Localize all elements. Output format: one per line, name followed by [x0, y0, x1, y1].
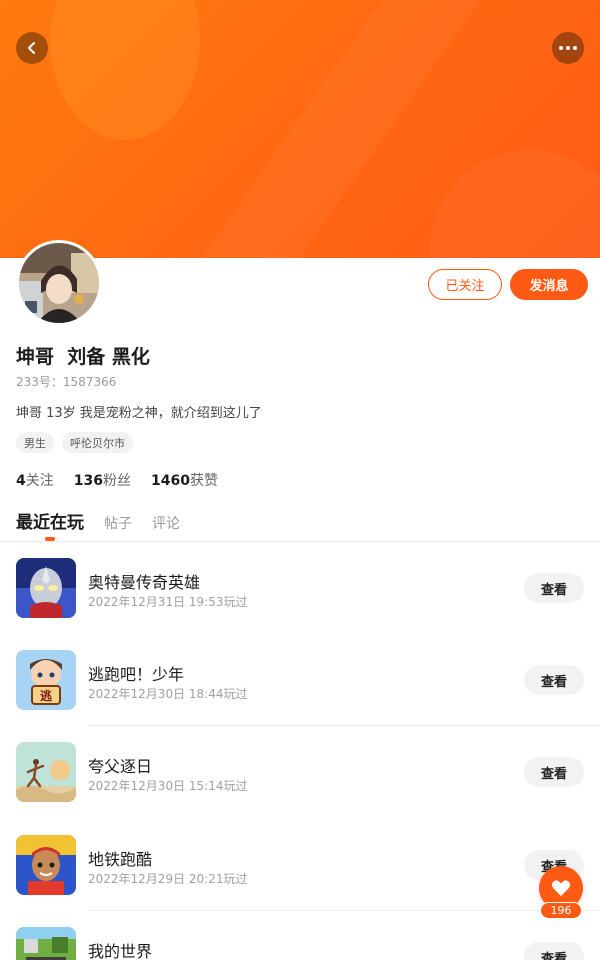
more-dots-icon: [559, 46, 577, 50]
game-icon-minecraft: [16, 927, 76, 960]
profile-tags: 男生 呼伦贝尔市: [16, 432, 133, 453]
game-icon-subway-surfers: [16, 835, 76, 895]
list-item[interactable]: 逃 逃跑吧！少年 2022年12月30日 18:44玩过 查看: [0, 634, 600, 726]
played-time: 2022年12月30日 15:14玩过: [88, 779, 248, 793]
game-title: 逃跑吧！少年: [88, 665, 185, 684]
profile-banner: [0, 0, 600, 258]
view-button[interactable]: 查看: [524, 573, 584, 603]
list-item[interactable]: 奥特曼传奇英雄 2022年12月31日 19:53玩过 查看: [0, 542, 600, 634]
stat-likes: 1460获赞: [150, 473, 218, 489]
stat-fans[interactable]: 136粉丝: [74, 470, 131, 490]
like-count-badge: 196: [540, 902, 582, 919]
tab-comments[interactable]: 评论: [152, 513, 180, 533]
list-item[interactable]: 地铁跑酷 2022年12月29日 20:21玩过 查看: [0, 819, 600, 911]
user-id: 233号：1587366: [16, 375, 117, 389]
user-bio: 坤哥 13岁 我是宠粉之神，就介绍到这儿了: [16, 406, 262, 421]
view-button[interactable]: 查看: [524, 665, 584, 695]
svg-text:逃: 逃: [40, 688, 53, 703]
played-time: 2022年12月29日 20:21玩过: [88, 872, 248, 886]
game-title: 奥特曼传奇英雄: [88, 573, 201, 592]
game-title: 地铁跑酷: [88, 850, 153, 869]
game-icon-kuafu: [16, 742, 76, 802]
game-title: 夸父逐日: [88, 757, 153, 776]
played-time: 2022年12月30日 18:44玩过: [88, 687, 248, 701]
profile-tabs: 最近在玩 帖子 评论: [16, 508, 180, 533]
profile-stats: 4关注 136粉丝 1460获赞: [16, 470, 218, 490]
avatar[interactable]: [16, 240, 102, 326]
user-profile-page: 已关注 发消息 坤哥 刘备 黑化 233号：1587366 坤哥 13岁 我是宠…: [0, 0, 600, 960]
following-button[interactable]: 已关注: [428, 269, 502, 300]
game-icon-escape-boy: 逃: [16, 650, 76, 710]
tab-posts[interactable]: 帖子: [104, 513, 132, 533]
list-item[interactable]: 夸父逐日 2022年12月30日 15:14玩过 查看: [0, 726, 600, 818]
heart-icon: [551, 880, 571, 896]
back-button[interactable]: [16, 32, 48, 64]
chevron-left-icon: [28, 42, 35, 54]
game-icon-ultraman: [16, 558, 76, 618]
stat-following[interactable]: 4关注: [16, 470, 54, 490]
user-name: 坤哥 刘备 黑化: [16, 346, 150, 368]
view-button[interactable]: 查看: [524, 942, 584, 960]
gender-tag: 男生: [16, 432, 54, 453]
avatar-image: [19, 243, 99, 323]
send-message-button[interactable]: 发消息: [510, 269, 588, 300]
tab-recently-played[interactable]: 最近在玩: [16, 508, 84, 533]
game-title: 我的世界: [88, 942, 153, 960]
played-time: 2022年12月31日 19:53玩过: [88, 595, 248, 609]
location-tag: 呼伦贝尔市: [62, 432, 133, 453]
view-button[interactable]: 查看: [524, 757, 584, 787]
list-item[interactable]: 我的世界 查看: [0, 911, 600, 960]
more-button[interactable]: [552, 32, 584, 64]
